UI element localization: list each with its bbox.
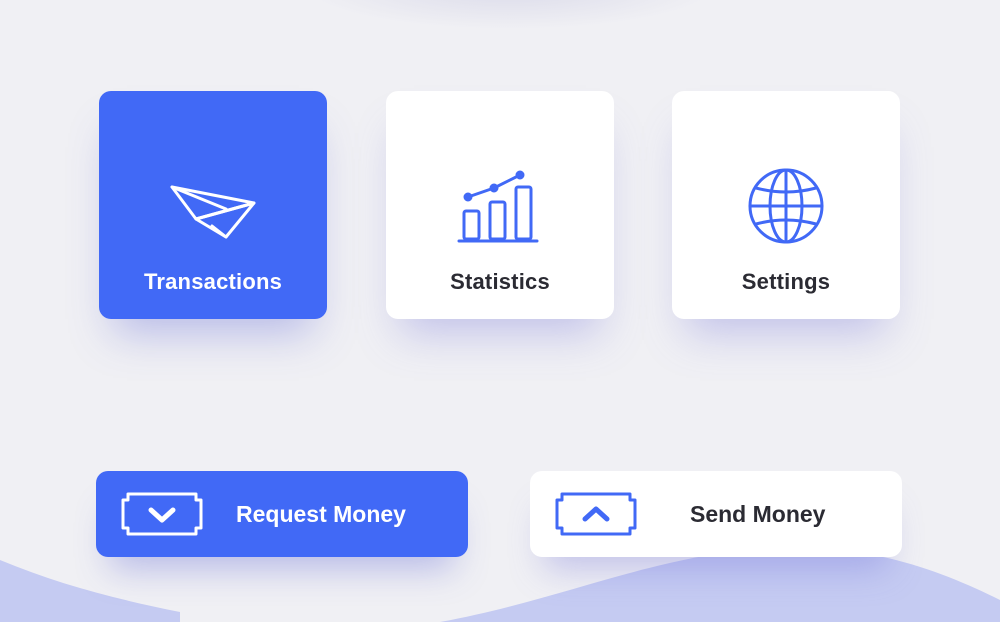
top-glow-decoration — [300, 0, 720, 30]
menu-card-label: Settings — [741, 269, 831, 294]
menu-card-statistics[interactable]: Statistics — [386, 91, 614, 319]
wave-right — [440, 546, 1000, 622]
menu-card-transactions[interactable]: Transactions — [99, 91, 327, 319]
wave-left — [0, 560, 180, 622]
money-bill-down-icon — [121, 492, 203, 536]
globe-icon — [741, 161, 831, 251]
menu-card-settings[interactable]: Settings — [672, 91, 900, 319]
send-money-label: Send Money — [690, 501, 826, 527]
menu-card-label: Statistics — [450, 269, 550, 294]
request-money-label: Request Money — [236, 501, 406, 527]
menu-card-label: Transactions — [143, 269, 283, 294]
bar-chart-icon — [455, 161, 545, 251]
send-money-button[interactable]: Send Money — [530, 471, 902, 557]
money-bill-up-icon — [555, 492, 637, 536]
request-money-button[interactable]: Request Money — [96, 471, 468, 557]
paper-plane-icon — [168, 161, 258, 251]
